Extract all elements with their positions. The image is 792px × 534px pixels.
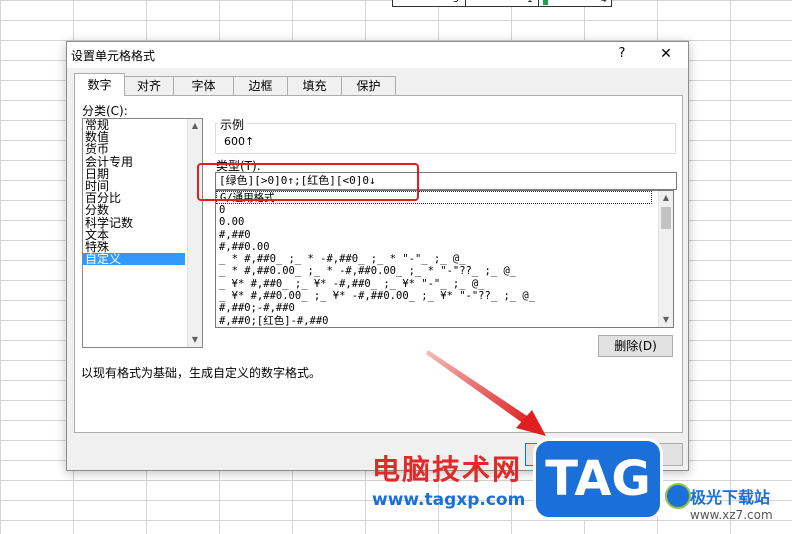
tab-number[interactable]: 数字 [74,73,125,96]
sample-label: 示例 [218,116,247,133]
watermark-tag-logo: TAG [533,438,663,520]
watermark-url: www.tagxp.com [372,490,526,510]
watermark-site-url: www.xz7.com [690,508,773,522]
watermark-cn-text: 电脑技术网 [372,453,523,486]
arrow-shaft [426,350,530,424]
watermark-site-name: 极光下载站 [690,488,771,507]
site-logo-icon [665,483,691,509]
